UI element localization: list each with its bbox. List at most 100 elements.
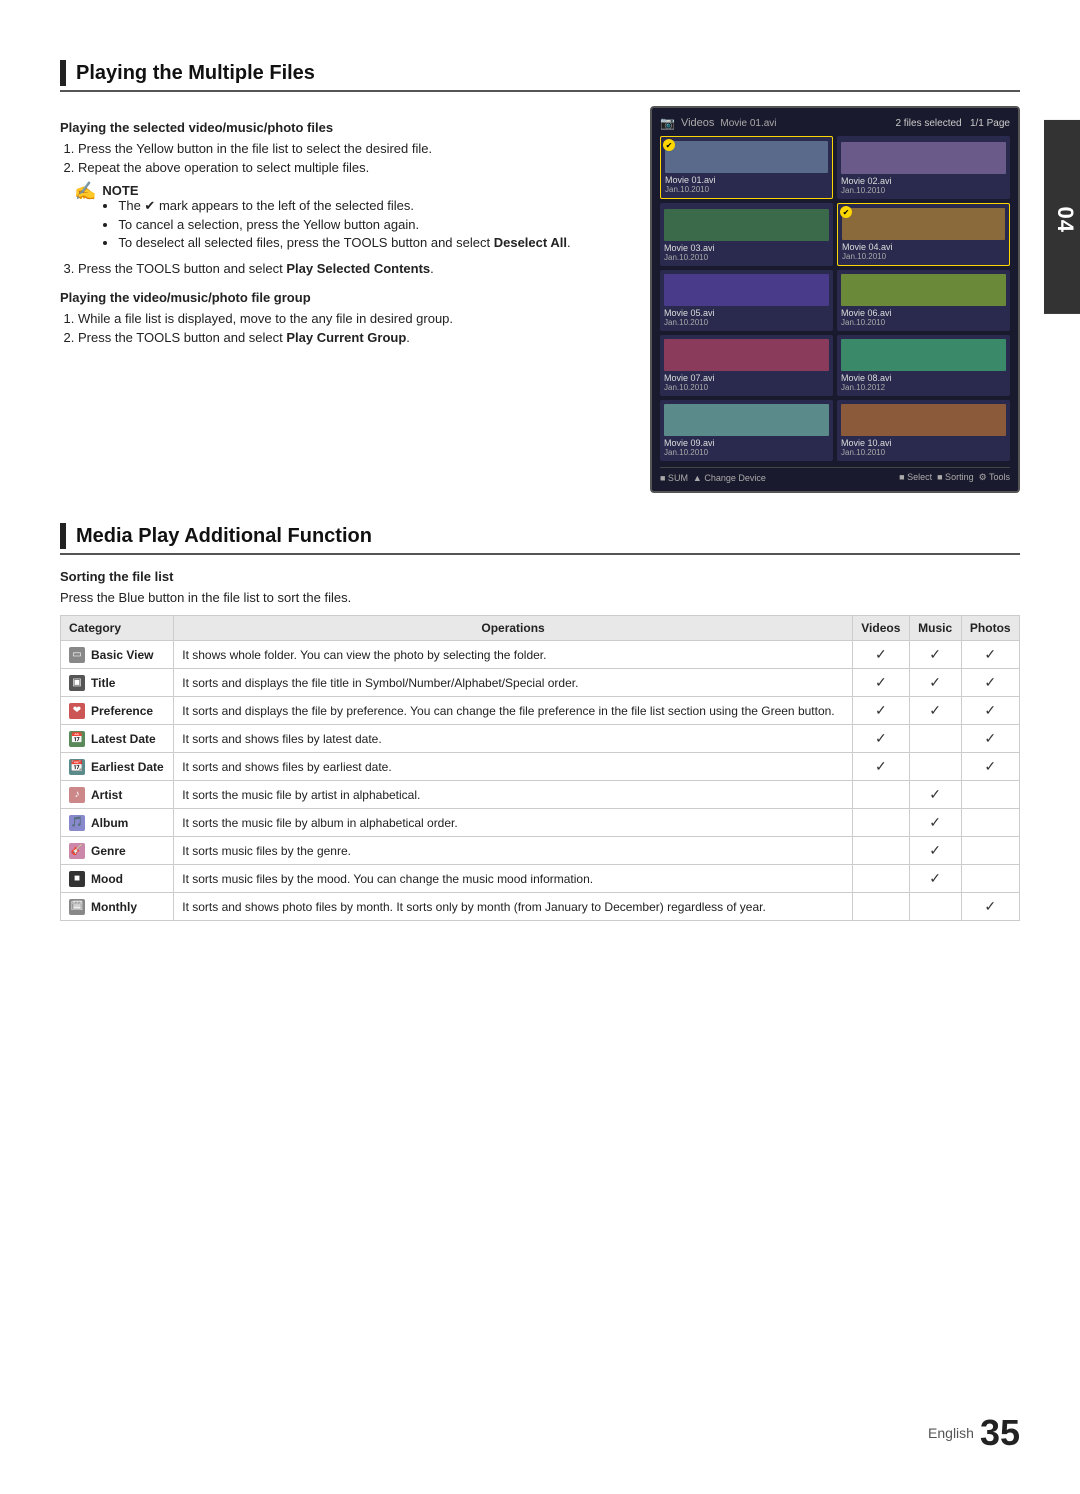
music-check: ✓ [909,641,961,669]
screen-item: Movie 03.avi Jan.10.2010 [660,203,833,266]
table-body: ▭Basic ViewIt shows whole folder. You ca… [61,641,1020,921]
thumb-1 [665,141,828,173]
sort-table: Category Operations Videos Music Photos … [60,615,1020,921]
screen-title: Videos [681,117,714,129]
cat-icon-icon-latest-date: 📅 [69,731,85,747]
cat-cell-content: ■ Mood [69,871,165,887]
thumb-5 [664,274,829,306]
cat-cell-content: ▣Title [69,675,165,691]
cat-icon-icon-monthly: 🗓 [69,899,85,915]
operation-cell: It sorts and displays the file title in … [174,669,853,697]
thumb-9 [664,404,829,436]
check-icon: ✓ [929,814,941,830]
screen-item: Movie 06.avi Jan.10.2010 [837,270,1010,331]
check-icon: ✓ [984,702,996,718]
screen-grid: ✔ Movie 01.avi Jan.10.2010 Movie 02.avi … [660,136,1010,461]
videos-check: ✓ [852,753,909,781]
side-tab: 04 Advanced Features [1044,120,1080,314]
page-container: 04 Advanced Features Playing the Multipl… [0,0,1080,1494]
photos-check [961,865,1020,893]
item-name-9: Movie 09.avi [664,438,829,448]
item-date-1: Jan.10.2010 [665,185,828,194]
videos-check: ✓ [852,725,909,753]
item-date-9: Jan.10.2010 [664,448,829,457]
check-icon: ✓ [875,730,887,746]
operation-cell: It sorts music files by the mood. You ca… [174,865,853,893]
note-icon: ✍ [74,181,96,202]
music-check [909,725,961,753]
section1-heading: Playing the Multiple Files [60,60,1020,92]
note-content: NOTE The ✔ mark appears to the left of t… [102,183,570,253]
category-name: Earliest Date [91,760,164,774]
check-icon: ✓ [929,702,941,718]
check-badge-4: ✔ [840,206,852,218]
photos-check [961,837,1020,865]
category-name: Basic View [91,648,153,662]
check-badge-1: ✔ [663,139,675,151]
check-icon: ✓ [984,758,996,774]
cat-cell-content: 📅Latest Date [69,731,165,747]
step3: Press the TOOLS button and select Play S… [78,261,630,276]
cat-cell-content: ❤Preference [69,703,165,719]
category-cell: ▭Basic View [61,641,174,669]
screen-item: Movie 08.avi Jan.10.2012 [837,335,1010,396]
screen-header: 📷 Videos Movie 01.avi 2 files selected 1… [660,116,1010,130]
col-photos: Photos [961,616,1020,641]
cat-icon-icon-album: 🎵 [69,815,85,831]
cat-icon-icon-earliest-date: 📆 [69,759,85,775]
footer-english: English [928,1425,974,1441]
category-name: Genre [91,844,126,858]
section1-title: Playing the Multiple Files [76,62,315,85]
group-step1: While a file list is displayed, move to … [78,311,630,326]
item-date-7: Jan.10.2010 [664,383,829,392]
photos-check: ✓ [961,669,1020,697]
category-name: Album [91,816,128,830]
cat-icon-icon-mood: ■ [69,871,85,887]
category-name: Preference [91,704,153,718]
videos-check: ✓ [852,641,909,669]
cat-cell-content: 🎸Genre [69,843,165,859]
col-music: Music [909,616,961,641]
screen-item: Movie 09.avi Jan.10.2010 [660,400,833,461]
section1-heading-bar [60,60,66,86]
screen-videos-icon: 📷 [660,116,675,130]
item-name-1: Movie 01.avi [665,175,828,185]
category-cell: ♪Artist [61,781,174,809]
category-cell: 🎸Genre [61,837,174,865]
steps-list-2: Press the TOOLS button and select Play S… [78,261,630,276]
check-icon: ✓ [929,674,941,690]
cat-icon-icon-artist: ♪ [69,787,85,803]
check-icon: ✓ [929,842,941,858]
table-row: ▭Basic ViewIt shows whole folder. You ca… [61,641,1020,669]
thumb-2 [841,142,1006,174]
videos-check: ✓ [852,697,909,725]
category-name: Mood [91,872,123,886]
music-check [909,753,961,781]
screen-footer-right: ■ Select ■ Sorting ⚙ Tools [899,472,1010,483]
table-row: 🗓MonthlyIt sorts and shows photo files b… [61,893,1020,921]
table-header-row: Category Operations Videos Music Photos [61,616,1020,641]
col-videos: Videos [852,616,909,641]
music-check: ✓ [909,781,961,809]
table-row: ■ Mood It sorts music files by the mood. Y… [61,865,1020,893]
screen-item: Movie 07.avi Jan.10.2010 [660,335,833,396]
check-icon: ✓ [984,646,996,662]
note-item-3: To deselect all selected files, press th… [118,235,570,250]
cat-cell-content: 🗓Monthly [69,899,165,915]
table-row: ▣Title It sorts and displays the file tit… [61,669,1020,697]
sort-heading: Sorting the file list [60,569,1020,584]
photos-check: ✓ [961,641,1020,669]
check-icon: ✓ [929,786,941,802]
table-row: 🎵AlbumIt sorts the music file by album i… [61,809,1020,837]
photos-check: ✓ [961,753,1020,781]
screen-header-left: 📷 Videos Movie 01.avi [660,116,777,130]
table-row: 🎸GenreIt sorts music files by the genre.… [61,837,1020,865]
videos-check [852,865,909,893]
sub1-heading: Playing the selected video/music/photo f… [60,120,630,135]
check-icon: ✓ [984,674,996,690]
operation-cell: It sorts the music file by artist in alp… [174,781,853,809]
category-cell: 📆 Earliest Date [61,753,174,781]
item-name-7: Movie 07.avi [664,373,829,383]
music-check: ✓ [909,865,961,893]
check-icon: ✓ [875,646,887,662]
